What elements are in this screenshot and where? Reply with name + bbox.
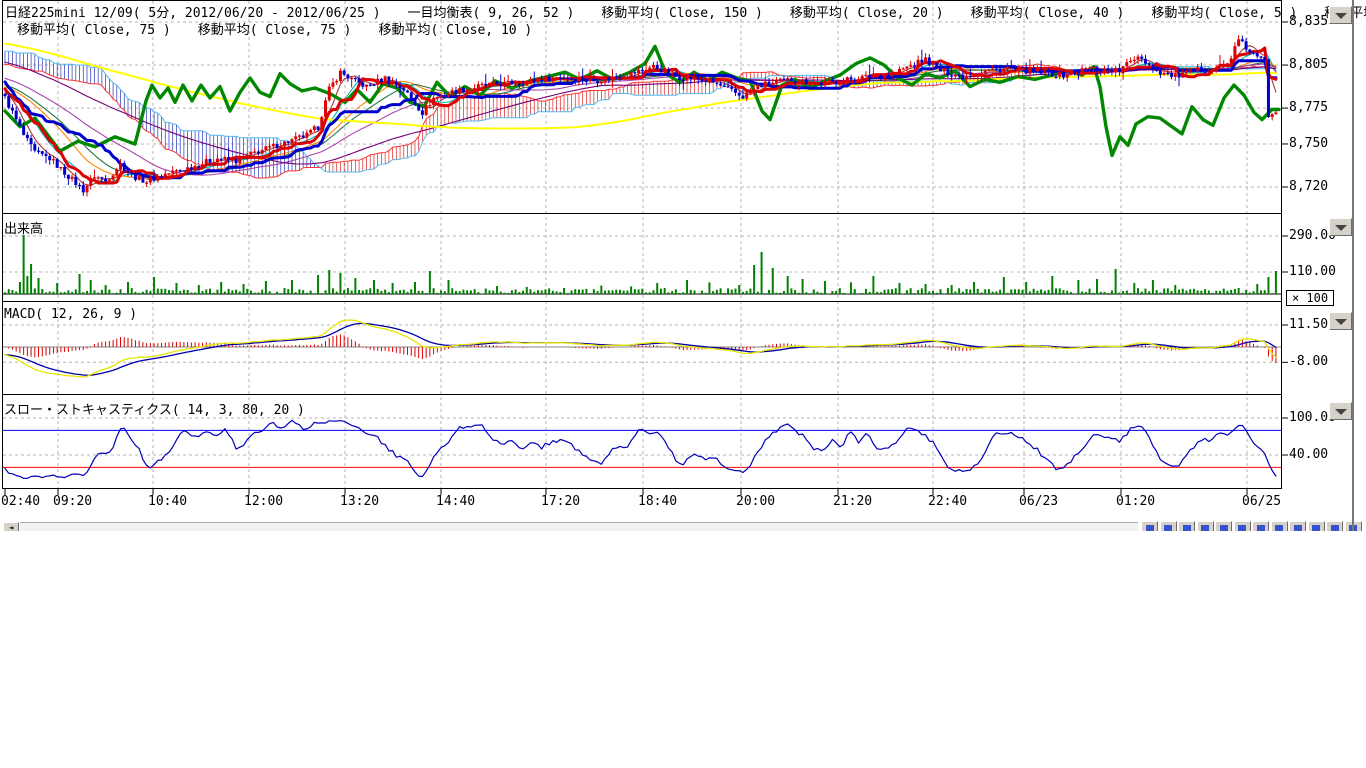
y-axis-label: 110.00 <box>1289 264 1336 279</box>
y-axis-label: 8,750 <box>1289 136 1328 151</box>
window-divider <box>1352 0 1354 531</box>
y-axis-label: 8,805 <box>1289 57 1328 72</box>
stoch-pane-title: スロー・ストキャスティクス( 14, 3, 80, 20 ) <box>4 399 305 418</box>
toolbar-button[interactable] <box>1215 521 1232 531</box>
chart-window: 日経225mini 12/09( 5分, 2012/06/20 - 2012/0… <box>0 0 1366 531</box>
toolbar-button[interactable] <box>1289 521 1306 531</box>
x-axis-label: 09:20 <box>53 494 92 509</box>
chart-application-window: 日経225mini 12/09( 5分, 2012/06/20 - 2012/0… <box>0 0 1366 768</box>
indicator-legend-row2: 移動平均( Close, 75 ) 移動平均( Close, 75 ) 移動平均( … <box>17 19 559 38</box>
volume-pane-title: 出来高 <box>4 218 43 237</box>
toolbar-button-icon <box>1312 525 1320 531</box>
macd-pane-plot <box>3 320 1281 377</box>
toolbar-button[interactable] <box>1252 521 1269 531</box>
stoch-pane-plot <box>3 420 1281 478</box>
toolbar-button[interactable] <box>1160 521 1177 531</box>
toolbar-button[interactable] <box>1141 521 1158 531</box>
volume-pane-plot <box>3 235 1281 294</box>
volume-multiplier-badge: × 100 <box>1286 290 1334 306</box>
pane-dropdown-button[interactable] <box>1329 312 1352 330</box>
chevron-down-icon <box>1335 409 1347 415</box>
y-axis-label: 40.00 <box>1289 447 1328 462</box>
legend-item: 移動平均( Close, 5 ) <box>1151 2 1297 21</box>
x-axis-label: 17:20 <box>541 494 580 509</box>
y-axis-label: 8,720 <box>1289 179 1328 194</box>
toolbar-button-icon <box>1275 525 1283 531</box>
legend-item: 移動平均( Close, 20 ) <box>790 2 944 21</box>
toolbar-button[interactable] <box>1178 521 1195 531</box>
toolbar-button-icon <box>1146 525 1154 531</box>
toolbar-button[interactable] <box>1234 521 1251 531</box>
x-axis-label: 01:20 <box>1116 494 1155 509</box>
toolbar-button[interactable] <box>1326 521 1343 531</box>
x-axis-label: 21:20 <box>833 494 872 509</box>
toolbar-button-icon <box>1201 525 1209 531</box>
legend-item: 移動平均( Close, 40 ) <box>971 2 1125 21</box>
toolbar-button[interactable] <box>1271 521 1288 531</box>
chevron-down-icon <box>1335 225 1347 231</box>
toolbar-button[interactable] <box>1308 521 1325 531</box>
pane-dropdown-button[interactable] <box>1329 402 1352 420</box>
y-axis-label: 8,835 <box>1289 14 1328 29</box>
legend-item: 移動平均( Close, 10 ) <box>379 19 533 38</box>
toolbar-button-icon <box>1183 525 1191 531</box>
scrollbar-left-arrow-button[interactable]: ◄ <box>3 522 19 531</box>
pane-dropdown-button[interactable] <box>1329 218 1352 236</box>
x-axis-label: 18:40 <box>638 494 677 509</box>
y-axis-label: 8,775 <box>1289 100 1328 115</box>
pane-dropdown-button[interactable] <box>1329 6 1352 24</box>
legend-item: 移動平均( Close, 150 ) <box>601 2 763 21</box>
toolbar-button-icon <box>1164 525 1172 531</box>
x-axis-label: 14:40 <box>436 494 475 509</box>
legend-item: 移動平均( Close, 75 ) <box>198 19 352 38</box>
x-axis-label: 02:40 <box>1 494 40 509</box>
x-axis-label: 12:00 <box>244 494 283 509</box>
chart-canvas <box>0 0 1366 531</box>
chevron-down-icon <box>1335 13 1347 19</box>
x-axis-label: 10:40 <box>148 494 187 509</box>
legend-item: 移動平均( Close, 75 ) <box>17 19 171 38</box>
x-axis-label: 20:00 <box>736 494 775 509</box>
horizontal-scrollbar-track[interactable] <box>20 522 1138 531</box>
x-axis-label: 22:40 <box>928 494 967 509</box>
x-axis-label: 06/23 <box>1019 494 1058 509</box>
chevron-down-icon <box>1335 319 1347 325</box>
x-axis-label: 06/25 <box>1242 494 1281 509</box>
toolbar-button-icon <box>1257 525 1265 531</box>
price-pane-plot <box>4 35 1280 196</box>
toolbar-button-icon <box>1238 525 1246 531</box>
macd-pane-title: MACD( 12, 26, 9 ) <box>4 307 137 322</box>
y-axis-label: 11.50 <box>1289 317 1328 332</box>
y-axis-label: -8.00 <box>1289 354 1328 369</box>
toolbar-button-icon <box>1294 525 1302 531</box>
x-axis-label: 13:20 <box>340 494 379 509</box>
toolbar-button[interactable] <box>1197 521 1214 531</box>
toolbar-button-icon <box>1331 525 1339 531</box>
toolbar-button-icon <box>1220 525 1228 531</box>
